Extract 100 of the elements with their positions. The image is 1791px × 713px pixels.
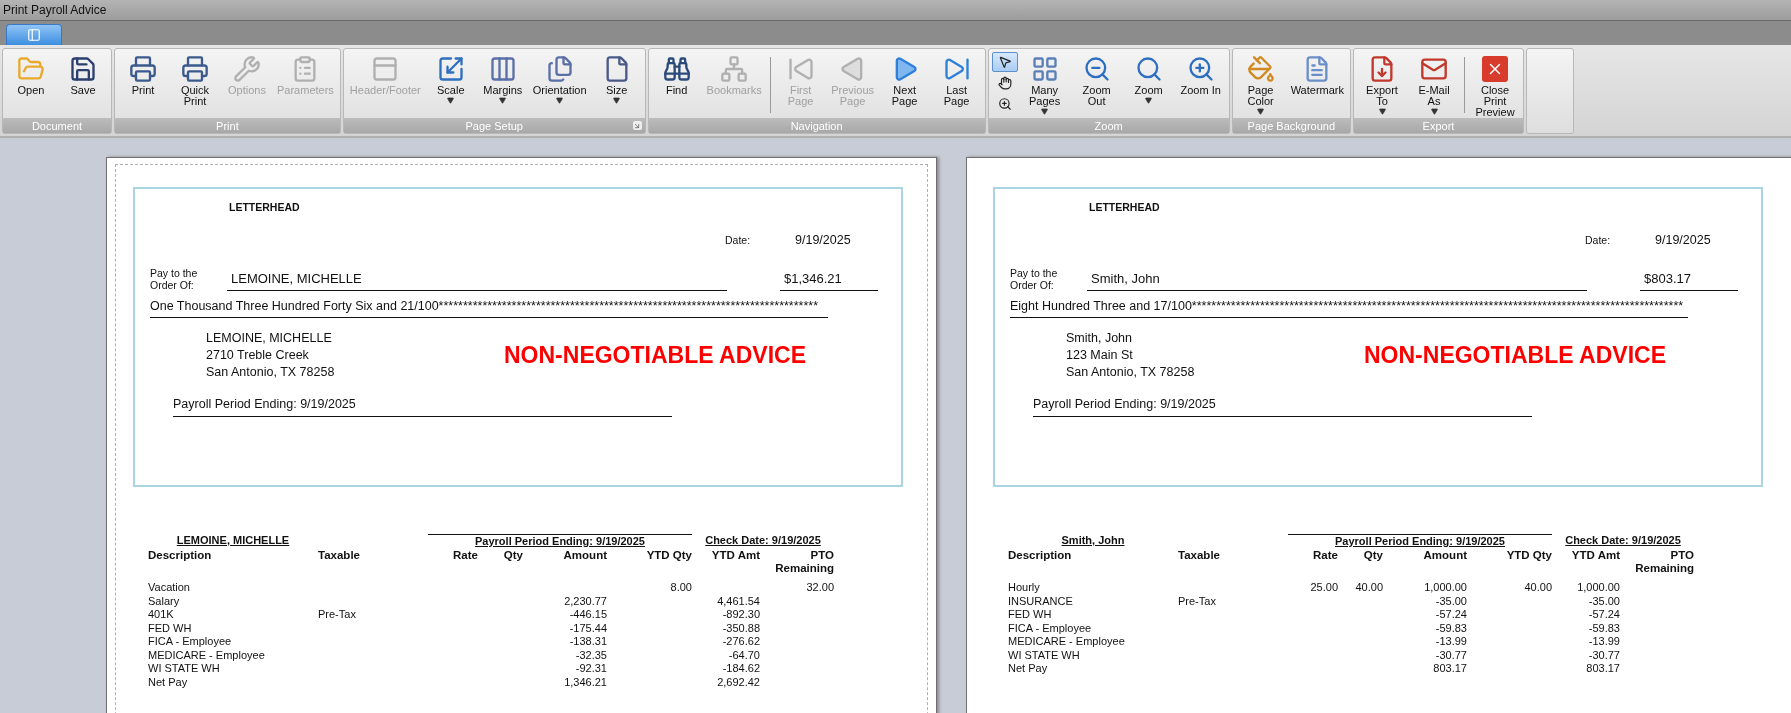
wrench-icon — [233, 55, 261, 83]
ribbon-button[interactable]: Zoom In — [1175, 51, 1226, 96]
caret-icon — [613, 97, 621, 104]
ribbon-button[interactable]: E-Mail As — [1409, 51, 1459, 115]
column-header: Amount — [562, 548, 607, 563]
ribbon-button[interactable]: Margins — [477, 51, 528, 104]
caret-icon — [1145, 97, 1153, 104]
group-label: Document — [3, 118, 111, 133]
caret-icon — [447, 97, 455, 104]
table-cell-text: 4,461.54 — [716, 594, 760, 608]
group-label: Page Background — [1232, 118, 1350, 133]
table-cell-text: 8.00 — [669, 581, 692, 595]
table-cell-text: -13.99 — [1587, 635, 1620, 649]
table-cell-text: -350.88 — [721, 621, 760, 635]
tool-button[interactable] — [991, 52, 1018, 72]
pages-grid-icon — [1030, 55, 1059, 83]
table-cell-text: 2,692.42 — [716, 675, 760, 689]
address-line: San Antonio, TX 78258 — [206, 364, 336, 381]
date-label: Date: — [1585, 234, 1612, 246]
table-cell-text: -184.62 — [721, 662, 760, 676]
table-cell-text: 1,000.00 — [1576, 581, 1620, 595]
ribbon-button[interactable]: Many Pages — [1019, 51, 1070, 115]
ribbon-button[interactable]: Page Color — [1235, 51, 1286, 115]
address-line: 123 Main St — [1066, 347, 1134, 364]
zoom-in-icon — [1186, 55, 1215, 83]
pages-icon — [545, 55, 574, 83]
margins-icon — [488, 55, 517, 83]
binoculars-icon — [662, 55, 691, 83]
ribbon-button[interactable]: Open — [6, 51, 56, 96]
check-date-heading: Check Date: 9/19/2025 — [1564, 534, 1682, 547]
table-cell-text: -64.70 — [727, 648, 760, 662]
letterhead: LETTERHEAD — [1089, 201, 1161, 213]
check-date: 9/19/2025 — [795, 233, 851, 247]
check-date: 9/19/2025 — [1655, 233, 1711, 247]
group-label: Page Setup — [343, 118, 645, 133]
table-cell-text: -35.00 — [1434, 594, 1467, 608]
ribbon-button[interactable]: Size — [591, 51, 642, 104]
check-amount: $803.17 — [1640, 271, 1738, 291]
column-header: YTD Amt — [1570, 548, 1620, 563]
ribbon-button[interactable]: Scale — [425, 51, 476, 104]
table-cell-text: Salary — [148, 594, 181, 608]
caret-icon — [556, 97, 564, 104]
table-cell-text: 32.00 — [805, 581, 834, 595]
ribbon-button[interactable]: Watermark — [1287, 51, 1347, 96]
check-amount: $1,346.21 — [780, 271, 878, 291]
launcher-icon[interactable] — [632, 121, 642, 130]
zoom-icon — [1134, 55, 1163, 83]
column-header: YTD Amt — [710, 548, 760, 563]
table-cell-text: -57.24 — [1587, 608, 1620, 622]
check-date-heading: Check Date: 9/19/2025 — [704, 534, 822, 547]
ribbon-button[interactable]: Zoom Out — [1071, 51, 1122, 107]
table-cell-text: -175.44 — [568, 621, 607, 635]
address-line: 2710 Treble Creek — [206, 347, 310, 364]
payee-name: Smith, John — [1087, 271, 1587, 291]
table-cell-text: FICA - Employee — [148, 635, 233, 649]
table-cell-text: 1,000.00 — [1423, 581, 1467, 595]
magnifier-icon — [997, 97, 1012, 111]
table-cell-text: Hourly — [1008, 581, 1041, 595]
ribbon-button[interactable]: Zoom — [1123, 51, 1174, 104]
paint-bucket-icon — [1246, 55, 1275, 83]
pay-to-label: Pay to the Order Of: — [150, 267, 199, 291]
ribbon-button[interactable]: Last Page — [931, 51, 982, 107]
group-label: Zoom — [988, 118, 1229, 133]
column-header: PTO Remaining — [774, 548, 834, 575]
table-cell-text: -30.77 — [1434, 648, 1467, 662]
bookmarks-icon — [720, 55, 749, 83]
table-cell-text: -59.83 — [1587, 621, 1620, 635]
caret-icon — [499, 97, 507, 104]
table-cell-text: -35.00 — [1587, 594, 1620, 608]
table-cell-text: 803.17 — [1432, 662, 1467, 676]
ribbon-button[interactable]: Find — [651, 51, 702, 96]
table-cell-text: -13.99 — [1434, 635, 1467, 649]
table-cell-text: 2,230.77 — [563, 594, 607, 608]
column-header: Taxable — [318, 548, 361, 563]
table-cell-text: MEDICARE - Employee — [1008, 635, 1126, 649]
table-cell-text: 40.00 — [1523, 581, 1552, 595]
period-ending: Payroll Period Ending: 9/19/2025 — [1033, 397, 1532, 417]
window-title: Print Payroll Advice — [0, 0, 1791, 20]
caret-icon — [1257, 108, 1265, 115]
ribbon-button[interactable]: Quick Print — [170, 51, 220, 107]
period-heading: Payroll Period Ending: 9/19/2025 — [1288, 534, 1552, 547]
ribbon-button[interactable]: Close Print Preview — [1470, 51, 1520, 118]
ribbon-button[interactable]: Print — [118, 51, 168, 96]
document-icon — [27, 28, 41, 42]
app-menu-button[interactable] — [6, 24, 62, 45]
column-header: YTD Qty — [645, 548, 692, 563]
ribbon-button[interactable]: Export To — [1357, 51, 1407, 115]
table-cell-text: Vacation — [148, 581, 191, 595]
table-cell-text: -92.31 — [574, 662, 607, 676]
employee-name: LEMOINE, MICHELLE — [175, 534, 291, 547]
advice-title: NON-NEGOTIABLE ADVICE — [1364, 342, 1666, 370]
ribbon-button[interactable]: Save — [58, 51, 108, 96]
amount-in-words: One Thousand Three Hundred Forty Six and 21/100****************************************************************************** — [150, 299, 828, 318]
table-cell-text: WI STATE WH — [1008, 648, 1081, 662]
ribbon-button[interactable]: Orientation — [529, 51, 590, 104]
ribbon-button[interactable]: Next Page — [879, 51, 930, 107]
printer-icon — [181, 55, 209, 83]
table-cell-text: FED WH — [148, 621, 193, 635]
column-header: YTD Qty — [1505, 548, 1552, 563]
table-cell-text: FICA - Employee — [1008, 621, 1093, 635]
